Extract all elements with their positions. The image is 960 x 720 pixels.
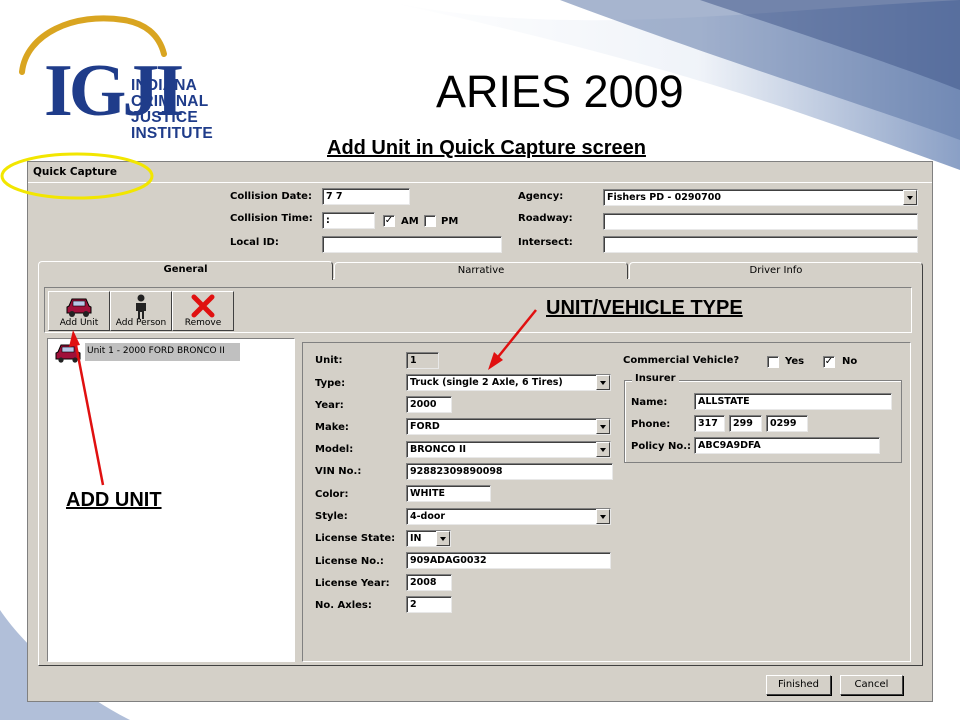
agency-label: Agency: bbox=[518, 191, 564, 202]
insurer-name-field[interactable]: ALLSTATE bbox=[694, 393, 892, 410]
make-label: Make: bbox=[315, 422, 349, 433]
phone-line-field[interactable]: 0299 bbox=[766, 415, 808, 432]
chevron-down-icon[interactable] bbox=[903, 190, 917, 205]
style-dropdown[interactable]: 4-door bbox=[406, 508, 611, 525]
commercial-yes-checkbox[interactable] bbox=[767, 356, 779, 368]
year-field[interactable]: 2000 bbox=[406, 396, 452, 413]
tab-general[interactable]: General bbox=[38, 261, 333, 280]
chevron-down-icon[interactable] bbox=[436, 531, 450, 546]
add-person-label: Add Person bbox=[115, 318, 167, 328]
car-icon bbox=[55, 344, 81, 363]
agency-dropdown[interactable]: Fishers PD - 0290700 bbox=[603, 189, 918, 206]
chevron-down-icon[interactable] bbox=[596, 442, 610, 457]
collision-date-field[interactable]: 7 7 bbox=[322, 188, 410, 205]
intersect-label: Intersect: bbox=[518, 237, 573, 248]
vin-field[interactable]: 92882309890098 bbox=[406, 463, 613, 480]
model-value: BRONCO II bbox=[410, 444, 467, 455]
person-icon bbox=[136, 294, 146, 319]
list-item[interactable]: Unit 1 - 2000 FORD BRONCO II bbox=[50, 341, 240, 363]
yes-label: Yes bbox=[785, 356, 805, 367]
year-label: Year: bbox=[315, 400, 344, 411]
license-year-label: License Year: bbox=[315, 578, 390, 589]
phone-area-field[interactable]: 317 bbox=[694, 415, 725, 432]
no-label: No bbox=[842, 356, 858, 367]
unit-vehicle-type-annotation: UNIT/VEHICLE TYPE bbox=[546, 297, 743, 319]
quick-capture-window: Quick Capture Collision Date: 7 7 Collis… bbox=[27, 161, 933, 702]
igji-logo: IGJI INDIANA CRIMINAL JUSTICE INSTITUTE bbox=[14, 14, 224, 154]
remove-button[interactable]: Remove bbox=[172, 291, 234, 331]
policy-no-label: Policy No.: bbox=[631, 441, 692, 452]
check-icon: ✓ bbox=[824, 356, 834, 367]
chevron-down-icon[interactable] bbox=[596, 419, 610, 434]
slide-title: ARIES 2009 bbox=[436, 66, 684, 117]
chevron-down-icon[interactable] bbox=[596, 509, 610, 524]
color-field[interactable]: WHITE bbox=[406, 485, 491, 502]
intersect-field[interactable] bbox=[603, 236, 918, 253]
axles-field[interactable]: 2 bbox=[406, 596, 452, 613]
logo-line: INSTITUTE bbox=[131, 125, 213, 142]
logo-line: INDIANA bbox=[131, 77, 197, 94]
window-title: Quick Capture bbox=[28, 162, 932, 183]
axles-label: No. Axles: bbox=[315, 600, 372, 611]
policy-no-field[interactable]: ABC9A9DFA bbox=[694, 437, 880, 454]
car-icon bbox=[66, 298, 92, 317]
style-label: Style: bbox=[315, 511, 348, 522]
pm-checkbox[interactable] bbox=[424, 215, 436, 227]
commercial-no-checkbox[interactable]: ✓ bbox=[823, 356, 835, 368]
type-label: Type: bbox=[315, 378, 346, 389]
color-label: Color: bbox=[315, 489, 349, 500]
phone-prefix-field[interactable]: 299 bbox=[729, 415, 762, 432]
unit-toolbar: Add Unit Add Person Remove bbox=[44, 287, 912, 333]
add-unit-button[interactable]: Add Unit bbox=[48, 291, 110, 331]
make-value: FORD bbox=[410, 421, 440, 432]
unit-label: Unit: bbox=[315, 355, 343, 366]
vin-label: VIN No.: bbox=[315, 466, 362, 477]
unit-item-label: Unit 1 - 2000 FORD BRONCO II bbox=[85, 343, 240, 361]
model-label: Model: bbox=[315, 444, 354, 455]
type-value: Truck (single 2 Axle, 6 Tires) bbox=[410, 377, 563, 388]
add-unit-annotation: ADD UNIT bbox=[66, 489, 162, 511]
cancel-button[interactable]: Cancel bbox=[840, 675, 903, 695]
slide-subtitle: Add Unit in Quick Capture screen bbox=[327, 137, 646, 159]
local-id-field[interactable] bbox=[322, 236, 502, 253]
collision-time-field[interactable]: : bbox=[322, 212, 375, 229]
roadway-field[interactable] bbox=[603, 213, 918, 230]
make-dropdown[interactable]: FORD bbox=[406, 418, 611, 435]
insurer-legend: Insurer bbox=[632, 373, 679, 384]
license-state-label: License State: bbox=[315, 533, 396, 544]
collision-time-label: Collision Time: bbox=[230, 213, 313, 224]
local-id-label: Local ID: bbox=[230, 237, 279, 248]
logo-line: JUSTICE bbox=[131, 109, 198, 126]
pm-label: PM bbox=[441, 216, 459, 227]
collision-date-label: Collision Date: bbox=[230, 191, 312, 202]
agency-value: Fishers PD - 0290700 bbox=[607, 192, 721, 203]
remove-label: Remove bbox=[184, 318, 222, 328]
tab-driver-info[interactable]: Driver Info bbox=[629, 262, 923, 279]
type-dropdown[interactable]: Truck (single 2 Axle, 6 Tires) bbox=[406, 374, 611, 391]
license-state-dropdown[interactable]: IN bbox=[406, 530, 451, 547]
license-state-value: IN bbox=[410, 533, 422, 544]
check-icon: ✓ bbox=[384, 215, 394, 226]
logo-line: CRIMINAL bbox=[131, 93, 209, 110]
license-no-label: License No.: bbox=[315, 556, 384, 567]
unit-number-field: 1 bbox=[406, 352, 439, 369]
roadway-label: Roadway: bbox=[518, 213, 573, 224]
commercial-vehicle-label: Commercial Vehicle? bbox=[623, 355, 740, 366]
am-checkbox[interactable]: ✓ bbox=[383, 215, 395, 227]
logo-text: INDIANA CRIMINAL JUSTICE INSTITUTE bbox=[131, 78, 213, 142]
license-no-field[interactable]: 909ADAG0032 bbox=[406, 552, 611, 569]
model-dropdown[interactable]: BRONCO II bbox=[406, 441, 611, 458]
add-unit-label: Add Unit bbox=[59, 318, 99, 328]
add-person-button[interactable]: Add Person bbox=[110, 291, 172, 331]
am-label: AM bbox=[401, 216, 419, 227]
chevron-down-icon[interactable] bbox=[596, 375, 610, 390]
insurer-phone-label: Phone: bbox=[631, 419, 671, 430]
style-value: 4-door bbox=[410, 511, 446, 522]
insurer-name-label: Name: bbox=[631, 397, 668, 408]
finished-button[interactable]: Finished bbox=[766, 675, 831, 695]
tab-narrative[interactable]: Narrative bbox=[334, 262, 628, 279]
license-year-field[interactable]: 2008 bbox=[406, 574, 452, 591]
remove-x-icon bbox=[191, 294, 215, 318]
